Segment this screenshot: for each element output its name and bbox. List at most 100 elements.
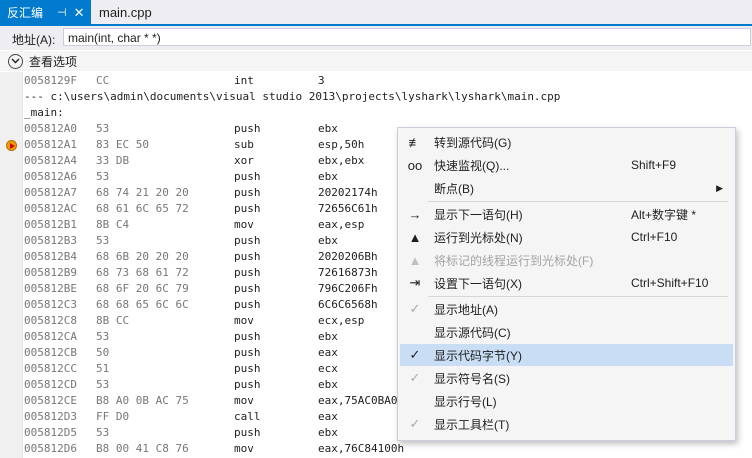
- mnemonic: push: [234, 346, 261, 359]
- code-bytes: 68 6B 20 20 20: [96, 250, 189, 263]
- menu-item-4[interactable]: → 显示下一语句(H) Alt+数字键 *: [400, 203, 733, 225]
- operands: ebx,ebx: [318, 154, 365, 167]
- instruction-address: 005812CB: [24, 346, 77, 359]
- menu-item-9[interactable]: 显示源代码(C): [400, 321, 733, 343]
- mnemonic: push: [234, 266, 261, 279]
- mnemonic: push: [234, 362, 261, 375]
- code-bytes: 68 68 65 6C 6C: [96, 298, 189, 311]
- menu-separator: [428, 296, 728, 297]
- operands: ecx: [318, 362, 338, 375]
- operands: eax,esp: [318, 218, 365, 231]
- instruction-address: 005812D6: [24, 442, 77, 455]
- code-bytes: 51: [96, 362, 110, 375]
- tab-main-cpp[interactable]: main.cpp: [91, 0, 160, 25]
- instruction-address: 005812B4: [24, 250, 77, 263]
- submenu-arrow-icon: ▶: [716, 182, 723, 193]
- operands: ebx: [318, 426, 338, 439]
- code-bytes: B8 A0 0B AC 75: [96, 394, 189, 407]
- menu-item-1[interactable]: ≢ 转到源代码(G): [400, 131, 733, 153]
- view-options-toggle[interactable]: 查看选项: [0, 51, 752, 71]
- mnemonic: push: [234, 122, 261, 135]
- tab-disassembly[interactable]: 反汇编 ⊣ ✕: [0, 0, 91, 25]
- code-bytes: 8B CC: [96, 314, 130, 327]
- check-icon: ✓: [409, 347, 421, 362]
- chevron-down-icon[interactable]: [8, 53, 23, 69]
- menu-item-5[interactable]: ▲ 运行到光标处(N) Ctrl+F10: [400, 226, 733, 248]
- menu-item-11[interactable]: ✓ 显示符号名(S): [400, 367, 733, 389]
- code-bytes: 50: [96, 346, 110, 359]
- operands: ebx: [318, 234, 338, 247]
- mnemonic: push: [234, 234, 261, 247]
- instruction-address: 005812C8: [24, 314, 77, 327]
- instruction-pointer-icon: [6, 140, 17, 151]
- operands: ebx: [318, 330, 338, 343]
- instruction-address: 005812C3: [24, 298, 77, 311]
- tab-disassembly-label: 反汇编: [7, 6, 44, 20]
- instruction-address: 005812A6: [24, 170, 77, 183]
- run-to-cursor-icon: ▲: [408, 229, 422, 245]
- operands: 2020206Bh: [318, 250, 378, 263]
- code-bytes: CC: [96, 74, 110, 87]
- menu-item-shortcut: Ctrl+F10: [631, 230, 678, 244]
- menu-item-3[interactable]: 断点(B) ▶: [400, 177, 733, 199]
- close-icon[interactable]: ✕: [74, 5, 85, 21]
- mnemonic: mov: [234, 442, 254, 455]
- mnemonic: xor: [234, 154, 254, 167]
- code-bytes: 68 6F 20 6C 79: [96, 282, 189, 295]
- menu-item-label: 显示下一语句(H): [434, 207, 523, 222]
- tab-main-cpp-label: main.cpp: [99, 5, 152, 20]
- instruction-address: 005812CD: [24, 378, 77, 391]
- operands: 6C6C6568h: [318, 298, 378, 311]
- run-flagged-threads-icon: ▲: [408, 252, 422, 268]
- operands: ecx,esp: [318, 314, 365, 327]
- code-bytes: 68 61 6C 65 72: [96, 202, 189, 215]
- source-line[interactable]: _main:: [24, 105, 64, 121]
- menu-item-label: 断点(B): [434, 181, 474, 196]
- menu-item-label: 将标记的线程运行到光标处(F): [434, 253, 594, 268]
- mnemonic: push: [234, 282, 261, 295]
- operands: eax,75AC0BA0: [318, 394, 398, 407]
- mnemonic: push: [234, 250, 261, 263]
- mnemonic: push: [234, 186, 261, 199]
- source-text: --- c:\users\admin\documents\visual stud…: [24, 90, 561, 103]
- mnemonic: push: [234, 378, 261, 391]
- instruction-address: 005812D5: [24, 426, 77, 439]
- menu-item-6: ▲ 将标记的线程运行到光标处(F): [400, 249, 733, 271]
- operands: 72616873h: [318, 266, 378, 279]
- pin-icon[interactable]: ⊣: [57, 6, 67, 19]
- mnemonic: mov: [234, 314, 254, 327]
- menu-item-label: 运行到光标处(N): [434, 230, 523, 245]
- menu-item-label: 显示行号(L): [434, 394, 497, 409]
- source-text: _main:: [24, 106, 64, 119]
- mnemonic: push: [234, 202, 261, 215]
- mnemonic: push: [234, 330, 261, 343]
- menu-item-shortcut: Alt+数字键 *: [631, 207, 697, 222]
- menu-separator: [428, 201, 728, 202]
- address-input[interactable]: main(int, char * *): [63, 28, 751, 46]
- menu-item-label: 显示工具栏(T): [434, 417, 510, 432]
- source-line[interactable]: --- c:\users\admin\documents\visual stud…: [24, 89, 560, 105]
- next-statement-icon: →: [408, 206, 422, 222]
- menu-item-label: 显示代码字节(Y): [434, 348, 522, 363]
- operands: ebx: [318, 378, 338, 391]
- code-bytes: FF D0: [96, 410, 130, 423]
- operands: 72656C61h: [318, 202, 378, 215]
- check-icon: ✓: [409, 301, 421, 316]
- menu-item-12[interactable]: 显示行号(L): [400, 390, 733, 412]
- code-bytes: 33 DB: [96, 154, 130, 167]
- instruction-address: 005812A7: [24, 186, 77, 199]
- instruction-address: 005812D3: [24, 410, 77, 423]
- instruction-address: 005812AC: [24, 202, 77, 215]
- menu-item-8[interactable]: ✓ 显示地址(A): [400, 298, 733, 320]
- view-options-label: 查看选项: [29, 54, 78, 69]
- mnemonic: push: [234, 170, 261, 183]
- indicator-margin[interactable]: [0, 72, 23, 458]
- operands: eax,76C84100h: [318, 442, 405, 455]
- menu-item-7[interactable]: ⇥ 设置下一语句(X) Ctrl+Shift+F10: [400, 272, 733, 294]
- mnemonic: mov: [234, 218, 254, 231]
- menu-item-13[interactable]: ✓ 显示工具栏(T): [400, 413, 733, 435]
- menu-item-2[interactable]: oo 快速监视(Q)... Shift+F9: [400, 154, 733, 176]
- mnemonic: mov: [234, 394, 254, 407]
- menu-item-10[interactable]: ✓ 显示代码字节(Y): [400, 344, 733, 366]
- context-menu: ≢ 转到源代码(G) oo 快速监视(Q)... Shift+F9 断点(B) ▶ → 显示下一…: [397, 127, 736, 441]
